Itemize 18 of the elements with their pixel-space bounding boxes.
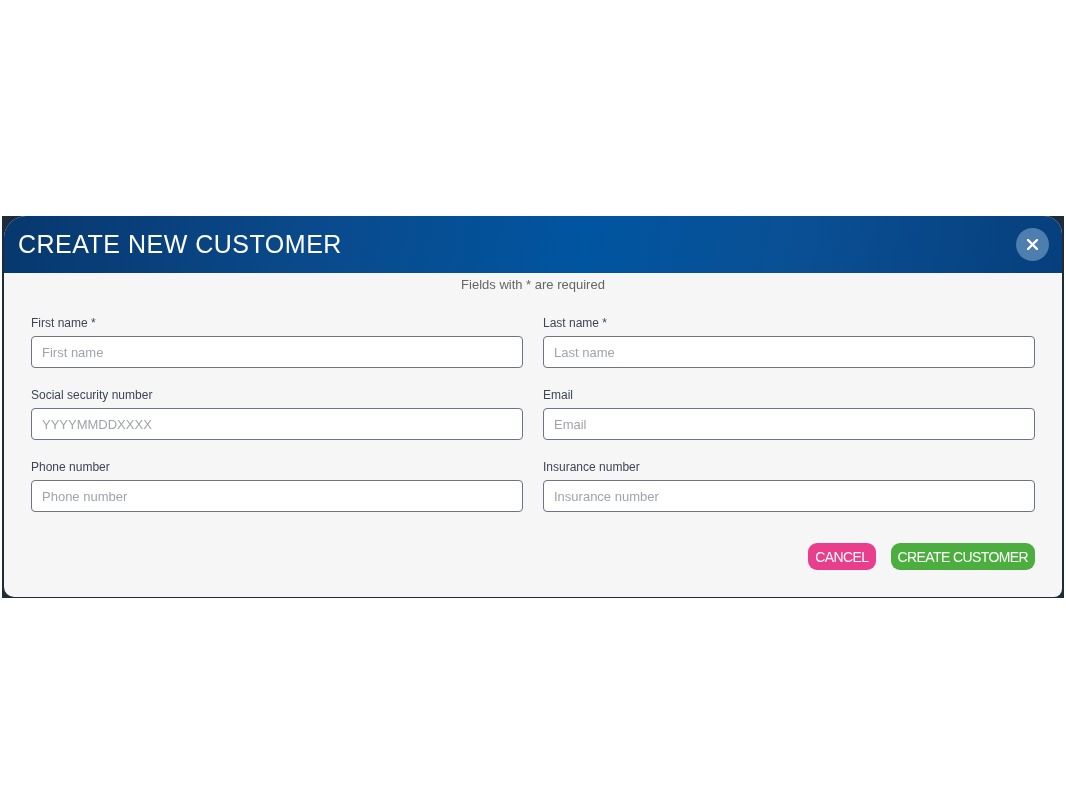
input-field[interactable]: Email bbox=[543, 408, 1035, 440]
field-label: Social security number bbox=[31, 387, 154, 403]
dialog-title: CREATE NEW CUSTOMER bbox=[18, 232, 342, 257]
close-button[interactable] bbox=[1016, 228, 1049, 261]
create-customer-button[interactable]: CREATE CUSTOMER bbox=[890, 543, 1035, 570]
field-label: Last name * bbox=[543, 315, 609, 331]
cancel-button[interactable]: CANCEL bbox=[808, 543, 876, 570]
required-note: Fields with * are required bbox=[461, 277, 605, 293]
field-label: First name * bbox=[31, 315, 97, 331]
field-label: Insurance number bbox=[543, 459, 641, 475]
close-icon bbox=[1027, 239, 1038, 250]
input-field[interactable]: Insurance number bbox=[543, 480, 1035, 512]
input-field[interactable]: Phone number bbox=[31, 480, 523, 512]
field-label: Email bbox=[543, 387, 574, 403]
input-field[interactable]: Last name bbox=[543, 336, 1035, 368]
field-label: Phone number bbox=[31, 459, 111, 475]
input-field[interactable]: YYYYMMDDXXXX bbox=[31, 408, 523, 440]
input-field[interactable]: First name bbox=[31, 336, 523, 368]
